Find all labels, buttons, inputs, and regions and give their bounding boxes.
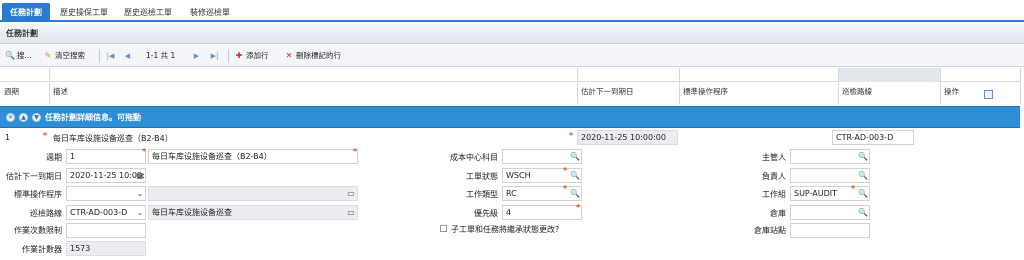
work-counter-label: 作業計數器 (22, 245, 62, 254)
cost-center-label: 成本中心科目 (450, 153, 498, 162)
close-icon[interactable]: ✕ (6, 113, 15, 122)
column-header-actions[interactable]: 操作 (944, 86, 959, 97)
row-description[interactable]: 每日车库设施设备巡查（B2-B4） (53, 133, 173, 144)
last-page-icon[interactable]: ▶| (209, 50, 220, 62)
search-icon: 🔍 (5, 51, 15, 60)
row-next-due[interactable]: 2020-11-25 10:00:00 (577, 130, 678, 145)
add-row-button[interactable]: ✚ 添加行 (234, 48, 269, 64)
search-icon[interactable]: 🔍 (569, 169, 581, 182)
chevron-down-icon[interactable]: ⌄ (134, 206, 146, 219)
required-marker: * (563, 184, 568, 193)
required-marker: * (569, 131, 574, 140)
period-input[interactable]: 1 (66, 149, 146, 164)
priority-input[interactable]: 4 (502, 205, 582, 220)
required-marker: * (142, 147, 147, 156)
required-marker: * (851, 184, 856, 193)
priority-label: 優先級 (474, 209, 498, 218)
route-label: 巡檢路線 (30, 209, 62, 218)
next-page-icon[interactable]: ▶ (191, 50, 202, 62)
sop-description (148, 186, 358, 201)
grid-toolbar: 🔍 搜... ✎ 清空搜索 |◀ ◀ 1-1 共 1 ▶ ▶| ✚ 添加行 ✕ … (0, 45, 1024, 67)
grid-filter-row (0, 68, 1020, 82)
tab-history-inspection-wo[interactable]: 歷史巡檢工單 (118, 3, 178, 22)
inherit-status-label: 子工單和任務將繼承狀態更改? (451, 225, 560, 234)
description-input[interactable]: 每日车库设施设备巡查（B2-B4） (148, 149, 358, 164)
search-icon[interactable]: 🔍 (857, 150, 869, 163)
long-description-icon[interactable]: ▭ (345, 206, 357, 219)
add-row-icon: ✚ (235, 51, 243, 60)
chevron-down-icon[interactable]: ⌄ (134, 187, 146, 200)
sop-label: 標準操作程序 (14, 190, 62, 199)
storeroom-label: 倉庫 (770, 209, 786, 218)
search-icon[interactable]: 🔍 (857, 187, 869, 200)
calendar-icon[interactable]: ▦ (134, 169, 146, 182)
task-plan-grid: 週期 描述 估計下一到期日 標準操作程序 巡檢路線 操作 (0, 68, 1024, 104)
delete-marked-rows-button[interactable]: ✕ 刪除標記的行 (284, 48, 341, 64)
row-number: 1 (5, 133, 11, 142)
next-due-label: 估計下一到期日 (6, 172, 62, 181)
supervisor-label: 主管人 (762, 153, 786, 162)
required-marker: * (576, 203, 581, 212)
detail-section-header[interactable]: ✕ ▲ ▼ 任務計劃詳細信息。可拖動 (0, 106, 1020, 128)
toolbar-divider (99, 49, 100, 63)
tab-strip: 任務計劃 歷史操保工單 歷史巡檢工單 裝修巡檢單 (0, 0, 1024, 22)
first-page-icon[interactable]: |◀ (105, 50, 116, 62)
tab-renovation-inspection[interactable]: 裝修巡檢單 (182, 3, 238, 22)
storeroom-site-label: 倉庫站點 (754, 226, 786, 235)
eraser-icon: ✎ (44, 51, 52, 60)
search-icon[interactable]: 🔍 (857, 206, 869, 219)
long-description-icon[interactable]: ▭ (345, 187, 357, 200)
detail-form: 1 * 每日车库设施设备巡查（B2-B4） * 2020-11-25 10:00… (0, 128, 1024, 260)
search-button[interactable]: 🔍 搜... (5, 48, 32, 64)
work-count-limit-label: 作業次數限制 (14, 226, 62, 235)
search-icon[interactable]: 🔍 (569, 150, 581, 163)
required-marker: * (563, 166, 568, 175)
clear-search-button[interactable]: ✎ 清空搜索 (43, 48, 85, 64)
column-header-next-due[interactable]: 估計下一到期日 (581, 86, 634, 97)
tab-history-maintenance-wo[interactable]: 歷史操保工單 (53, 3, 115, 22)
storeroom-site-input[interactable] (790, 223, 870, 238)
work-type-label: 工作類型 (466, 190, 498, 199)
work-count-limit-input[interactable] (66, 223, 146, 238)
select-all-checkbox[interactable] (984, 90, 993, 99)
row-route[interactable]: CTR-AD-003-D (832, 130, 914, 145)
owner-label: 負責人 (762, 172, 786, 181)
toolbar-divider (228, 49, 229, 63)
route-description: 每日车库设施设备巡查 (148, 205, 358, 220)
tab-task-plan[interactable]: 任務計劃 (2, 3, 50, 22)
required-marker: * (43, 131, 48, 140)
column-header-route[interactable]: 巡檢路線 (842, 86, 872, 97)
prev-page-icon[interactable]: ◀ (122, 50, 133, 62)
search-icon[interactable]: 🔍 (857, 169, 869, 182)
search-icon[interactable]: 🔍 (569, 187, 581, 200)
panel-title: 任務計劃 (0, 24, 1024, 44)
wo-status-label: 工單狀態 (466, 172, 498, 181)
work-counter-value: 1573 (66, 241, 146, 256)
column-header-period[interactable]: 週期 (4, 86, 19, 97)
column-header-sop[interactable]: 標準操作程序 (683, 86, 728, 97)
work-group-label: 工作組 (762, 190, 786, 199)
expand-down-icon[interactable]: ▼ (32, 113, 41, 122)
required-marker: * (353, 147, 358, 156)
period-label: 週期 (46, 153, 62, 162)
inherit-status-checkbox[interactable] (440, 225, 447, 232)
column-header-description[interactable]: 描述 (53, 86, 68, 97)
collapse-up-icon[interactable]: ▲ (19, 113, 28, 122)
delete-icon: ✕ (285, 51, 293, 60)
pager-status: 1-1 共 1 (146, 51, 176, 60)
detail-section-title: 任務計劃詳細信息。可拖動 (45, 113, 141, 122)
